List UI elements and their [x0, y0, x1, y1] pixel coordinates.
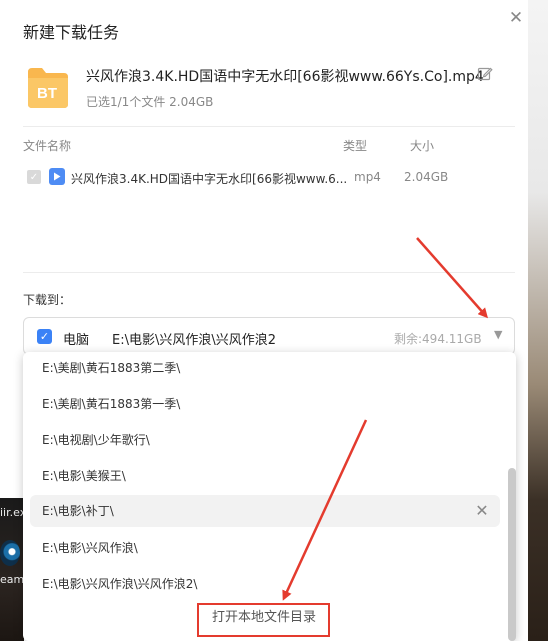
save-path-select[interactable]: ✓ 电脑 E:\电影\兴风作浪\兴风作浪2 剩余:494.11GB ▼ [23, 317, 515, 355]
dropdown-item[interactable]: E:\美剧\黄石1883第一季\ [30, 388, 500, 420]
edit-icon[interactable] [477, 66, 493, 82]
pc-target-checkbox[interactable]: ✓ [37, 329, 52, 344]
dropdown-scrollbar-thumb[interactable] [508, 468, 516, 641]
save-to-label: 下载到： [23, 293, 72, 307]
divider [23, 272, 515, 273]
steam-icon[interactable] [0, 540, 20, 566]
file-checkbox[interactable]: ✓ [27, 170, 41, 184]
desktop-background-corner [0, 498, 24, 641]
file-size: 2.04GB [404, 170, 449, 184]
save-target-label: 电脑 [63, 333, 90, 348]
close-icon[interactable]: ✕ [506, 8, 526, 28]
column-header-name: 文件名称 [23, 139, 72, 153]
dropdown-item[interactable]: E:\电影\兴风作浪\兴风作浪2\ [30, 568, 500, 600]
divider [23, 126, 515, 127]
dropdown-item[interactable]: E:\美剧\黄石1883第二季\ [30, 352, 500, 384]
column-header-type: 类型 [343, 139, 368, 153]
dropdown-item[interactable]: E:\电视剧\少年歌行\ [30, 424, 500, 456]
bt-label: BT [37, 85, 57, 102]
dialog-title: 新建下载任务 [23, 23, 120, 42]
desktop-background [528, 0, 548, 641]
bt-file-icon: BT [28, 68, 68, 108]
dropdown-item-label: E:\电影\补丁\ [42, 504, 114, 518]
dropdown-item-selected[interactable]: E:\电影\补丁\ ✕ [30, 495, 500, 527]
file-type: mp4 [354, 170, 381, 184]
steam-label: eam [0, 573, 25, 586]
save-path-value: E:\电影\兴风作浪\兴风作浪2 [112, 333, 277, 348]
open-local-folder-button[interactable]: 打开本地文件目录 [197, 601, 331, 635]
path-history-dropdown: E:\美剧\黄石1883第二季\ E:\美剧\黄石1883第一季\ E:\电视剧… [23, 352, 516, 641]
dropdown-item[interactable]: E:\电影\兴风作浪\ [30, 532, 500, 564]
torrent-title: 兴风作浪3.4K.HD国语中字无水印[66影视www.66Ys.Co].mp4 [86, 69, 484, 85]
selection-summary: 已选1/1个文件 2.04GB [86, 95, 214, 109]
remove-icon[interactable]: ✕ [474, 495, 490, 527]
dropdown-item[interactable]: E:\电影\美猴王\ [30, 460, 500, 492]
free-space-label: 剩余:494.11GB [394, 332, 482, 346]
chevron-down-icon[interactable]: ▼ [494, 328, 502, 341]
video-file-icon [49, 168, 65, 185]
column-header-size: 大小 [410, 139, 435, 153]
file-name: 兴风作浪3.4K.HD国语中字无水印[66影视www.6... [71, 172, 348, 186]
